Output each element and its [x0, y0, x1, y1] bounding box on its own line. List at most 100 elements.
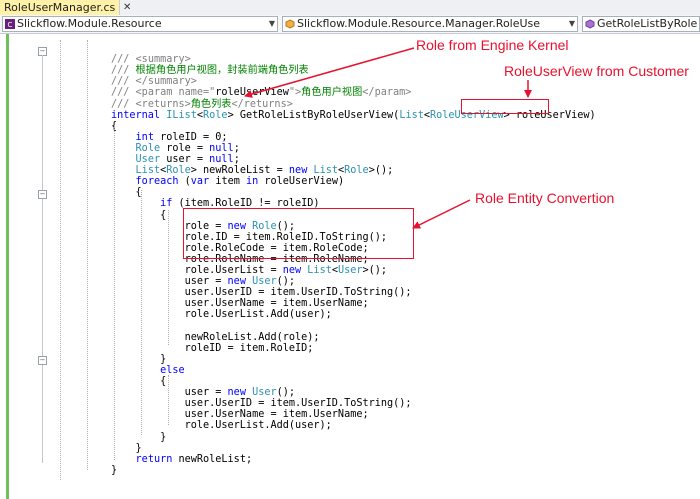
code-line: {: [111, 376, 166, 387]
code-editor[interactable]: /// <summary>/// 根据角色用户视图，封装前端角色列表/// </…: [57, 34, 700, 499]
code-token: new: [282, 265, 308, 276]
code-token: roleUserView: [215, 87, 289, 99]
code-token: role.UserList =: [111, 265, 283, 276]
code-token: role =: [166, 142, 210, 154]
code-token: user =: [166, 154, 210, 165]
tab-roleusermanager[interactable]: RoleUserManager.cs: [0, 0, 121, 15]
document-tab-bar: RoleUserManager.cs ✕: [0, 0, 700, 16]
code-token: int: [135, 131, 161, 143]
code-token: internal: [111, 109, 167, 121]
code-token: {: [111, 376, 167, 387]
method-icon: [585, 19, 595, 29]
member-dropdown[interactable]: GetRoleListByRole: [582, 16, 700, 32]
collapse-icon[interactable]: −: [38, 190, 47, 199]
code-token: <returns>: [135, 98, 191, 110]
indent-guide: [168, 375, 169, 425]
code-token: null: [209, 142, 234, 154]
close-tab-icon[interactable]: ✕: [123, 0, 131, 15]
code-token: IList: [166, 109, 197, 121]
code-token: ">: [288, 87, 302, 99]
indent-guide: [141, 190, 142, 435]
code-token: foreach: [135, 176, 185, 188]
code-token: </summary>: [135, 76, 197, 88]
code-token: 角色用户视图: [301, 87, 363, 99]
code-token: user.UserName = item.UserName;: [111, 409, 369, 421]
code-line: }: [111, 465, 117, 476]
chevron-down-icon: ▼: [568, 19, 575, 28]
code-line: /// <returns>角色列表</returns>: [111, 99, 293, 110]
code-token: List: [313, 165, 339, 177]
code-token: if: [160, 198, 179, 210]
code-line: /// <param name="roleUserView">角色用户视图</p…: [111, 87, 411, 98]
code-line: user = new User();: [111, 387, 295, 398]
code-line: }: [111, 432, 166, 443]
code-token: User: [252, 387, 277, 399]
code-line: else: [111, 365, 185, 376]
role-engine-annotation: Role from Engine Kernel: [416, 37, 569, 53]
code-token: </param>: [362, 87, 412, 99]
code-line: {: [111, 210, 166, 221]
role-entity-annotation: Role Entity Convertion: [475, 190, 615, 206]
class-label: Slickflow.Module.Resource.Manager.RoleUs…: [297, 17, 541, 30]
code-line: user.UserName = item.UserName;: [111, 409, 369, 420]
code-token: user.UserID = item.UserID.ToString();: [111, 398, 412, 410]
code-token: ;: [233, 142, 240, 154]
code-token: item: [215, 176, 246, 188]
project-dropdown[interactable]: C Slickflow.Module.Resource ▼: [2, 16, 278, 32]
code-token: roleUserView): [264, 176, 345, 188]
roleuserview-annotation: RoleUserView from Customer: [504, 63, 689, 79]
indent-guide: [87, 40, 88, 470]
code-token: <param name=": [135, 87, 216, 99]
code-line: role.UserList.Add(user);: [111, 309, 332, 320]
code-line: /// 根据角色用户视图，封装前端角色列表: [111, 65, 309, 76]
member-label: GetRoleListByRole: [597, 17, 698, 30]
chevron-down-icon: ▼: [268, 19, 275, 28]
code-line: role.UserList = new List<User>();: [111, 265, 387, 276]
fold-line: [42, 55, 43, 463]
code-line: newRoleList.Add(role);: [111, 332, 320, 343]
code-line: User user = null;: [111, 154, 240, 165]
code-line: List<Role> newRoleList = new List<Role>(…: [111, 165, 394, 177]
code-token: ///: [111, 98, 136, 110]
indent-guide: [168, 210, 169, 345]
code-token: }: [111, 464, 118, 476]
code-token: {: [111, 209, 167, 221]
code-line: }: [111, 354, 166, 365]
code-token: var: [190, 176, 216, 188]
code-token: Role: [135, 142, 167, 154]
code-token: > GetRoleListByRoleUserView(: [227, 109, 400, 121]
code-token: }: [111, 442, 142, 454]
code-token: ///: [111, 76, 136, 88]
code-token: Role: [203, 109, 228, 121]
class-dropdown[interactable]: Slickflow.Module.Resource.Manager.RoleUs…: [282, 16, 578, 32]
code-token: Role: [344, 165, 369, 177]
code-token: role.UserList.Add(user);: [111, 309, 332, 321]
code-token: {: [111, 187, 142, 199]
code-token: roleID = 0;: [160, 131, 228, 143]
csharp-project-icon: C: [5, 19, 15, 29]
code-token: > newRoleList =: [190, 165, 289, 177]
code-token: in: [245, 176, 265, 188]
code-token: newRoleList;: [178, 453, 253, 465]
class-icon: [285, 19, 295, 29]
code-token: ///: [111, 87, 136, 99]
code-token: List: [135, 165, 161, 177]
code-token: user.UserName = item.UserName;: [111, 298, 369, 310]
code-line: int roleID = 0;: [111, 132, 228, 143]
project-label: Slickflow.Module.Resource: [17, 17, 162, 30]
code-line: user = new User();: [111, 276, 295, 287]
svg-text:C: C: [8, 21, 13, 29]
code-token: role.UserList.Add(user);: [111, 420, 332, 432]
code-token: List: [307, 265, 332, 276]
code-line: return newRoleList;: [111, 453, 253, 465]
indent-guide: [60, 40, 61, 480]
code-token: ();: [276, 276, 296, 288]
code-line: foreach (var item in roleUserView): [111, 176, 345, 188]
code-token: User: [252, 276, 277, 288]
code-token: user.UserID = item.UserID.ToString();: [111, 287, 412, 299]
navigation-bar: C Slickflow.Module.Resource ▼ Slickflow.…: [0, 15, 700, 34]
tab-label: RoleUserManager.cs: [4, 1, 116, 14]
collapse-icon[interactable]: −: [38, 356, 47, 365]
